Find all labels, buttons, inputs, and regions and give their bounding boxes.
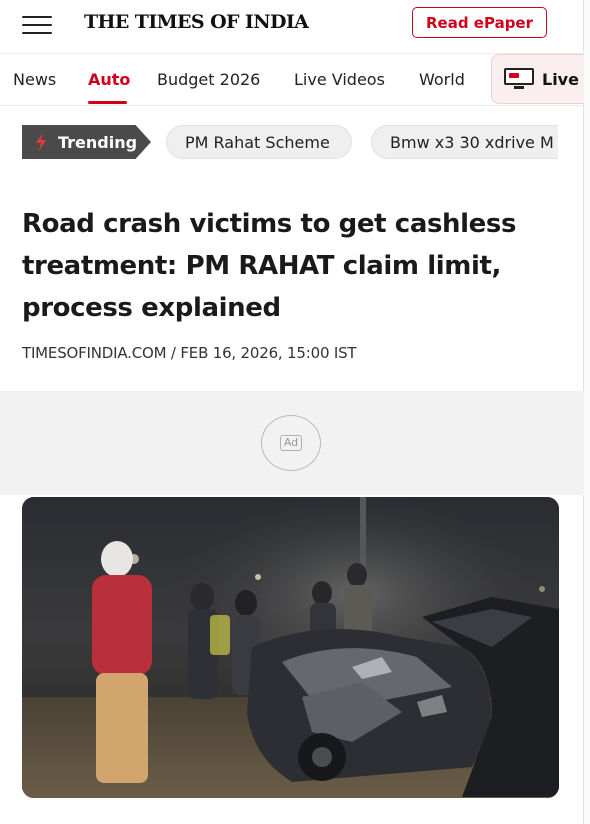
active-tab-indicator: [88, 101, 127, 104]
nav-item-live-videos[interactable]: Live Videos: [294, 70, 385, 89]
live-tv-button[interactable]: Live: [491, 54, 590, 104]
read-epaper-button[interactable]: Read ePaper: [412, 7, 547, 38]
nav-item-auto[interactable]: Auto: [88, 70, 130, 89]
nav-item-world[interactable]: World: [419, 70, 465, 89]
ad-label: Ad: [279, 435, 303, 451]
nav-item-news[interactable]: News: [13, 70, 56, 89]
ad-slot: Ad: [0, 391, 584, 495]
article-headline: Road crash victims to get cashless treat…: [22, 209, 517, 323]
lightning-bolt-icon: [36, 133, 46, 151]
hamburger-menu-icon[interactable]: [22, 15, 52, 37]
trending-pill-pm-rahat[interactable]: PM Rahat Scheme: [166, 125, 352, 159]
trending-label: Trending: [58, 132, 138, 152]
ad-icon: Ad: [261, 415, 321, 471]
site-logo[interactable]: THE TIMES OF INDIA: [84, 11, 309, 33]
trending-pill-bmw-x3[interactable]: Bmw x3 30 xdrive M Sport: [371, 125, 558, 159]
nav-item-budget-2026[interactable]: Budget 2026: [157, 70, 260, 89]
trending-row: Trending PM Rahat Scheme Bmw x3 30 xdriv…: [0, 122, 584, 162]
article-hero-image[interactable]: [22, 497, 559, 798]
trending-badge[interactable]: Trending: [22, 125, 151, 159]
live-label: Live: [542, 69, 579, 89]
crash-scene-photo: [22, 497, 559, 798]
live-tv-icon: [504, 68, 534, 90]
viewport-edge: [584, 0, 590, 824]
site-header: THE TIMES OF INDIA Read ePaper: [0, 0, 584, 54]
section-nav: News Auto Budget 2026 Live Videos World …: [0, 54, 590, 106]
page: THE TIMES OF INDIA Read ePaper News Auto…: [0, 0, 590, 824]
article-byline: TIMESOFINDIA.COM / FEB 16, 2026, 15:00 I…: [22, 344, 357, 362]
